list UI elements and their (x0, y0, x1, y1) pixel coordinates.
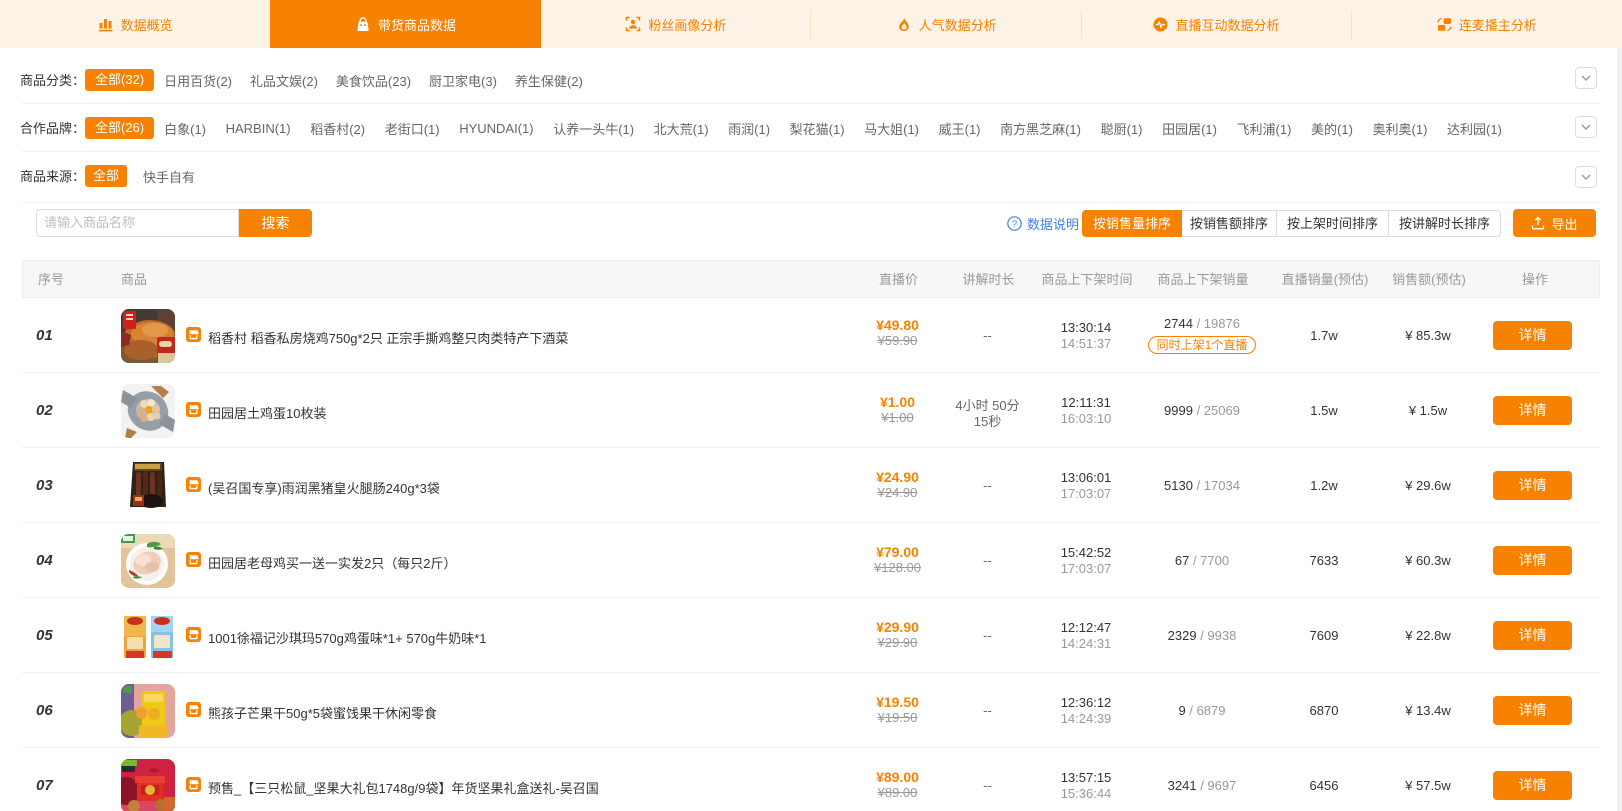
svg-text:?: ? (1012, 219, 1017, 230)
